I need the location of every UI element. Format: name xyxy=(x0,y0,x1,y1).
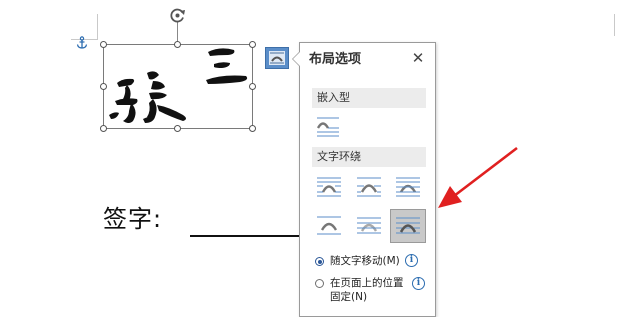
section-wrap-header: 文字环绕 xyxy=(312,147,426,167)
section-inline-header: 嵌入型 xyxy=(312,88,426,108)
signature-line xyxy=(190,235,302,237)
info-icon[interactable]: i xyxy=(405,254,418,267)
move-with-text-label[interactable]: 随文字移动(M) xyxy=(330,254,400,268)
page-corner-mark xyxy=(97,14,98,40)
wrap-through-option[interactable] xyxy=(394,175,422,199)
wrap-tight-option[interactable] xyxy=(355,175,383,199)
resize-handle-right[interactable] xyxy=(249,83,256,90)
resize-handle-left[interactable] xyxy=(100,83,107,90)
move-with-text-radio[interactable] xyxy=(315,257,324,266)
resize-handle-bottom-left[interactable] xyxy=(100,125,107,132)
panel-pointer xyxy=(293,52,300,66)
resize-handle-top[interactable] xyxy=(174,41,181,48)
image-selection-frame xyxy=(103,44,253,129)
resize-handle-bottom-right[interactable] xyxy=(249,125,256,132)
fix-position-label-line2[interactable]: 固定(N) xyxy=(330,290,367,304)
resize-handle-top-left[interactable] xyxy=(100,41,107,48)
fix-position-radio[interactable] xyxy=(315,279,324,288)
rotate-icon[interactable] xyxy=(168,6,187,25)
wrap-square-option[interactable] xyxy=(315,175,343,199)
wrap-behind-text-option[interactable] xyxy=(355,214,383,238)
page-corner-mark xyxy=(614,14,615,36)
layout-options-icon xyxy=(269,51,285,65)
resize-handle-top-right[interactable] xyxy=(249,41,256,48)
close-icon[interactable]: ✕ xyxy=(409,49,427,67)
panel-title: 布局选项 xyxy=(309,52,362,67)
layout-options-button[interactable] xyxy=(265,47,289,69)
wrap-top-bottom-option[interactable] xyxy=(315,214,343,238)
fix-position-label-line1[interactable]: 在页面上的位置 xyxy=(330,276,404,290)
resize-handle-bottom[interactable] xyxy=(174,125,181,132)
signature-label: 签字: xyxy=(103,205,163,233)
anchor-icon xyxy=(76,36,88,52)
info-icon[interactable]: i xyxy=(412,277,425,290)
wrap-in-front-option[interactable] xyxy=(390,209,426,243)
annotation-arrow xyxy=(430,140,525,215)
wrap-inline-option[interactable] xyxy=(314,114,342,138)
